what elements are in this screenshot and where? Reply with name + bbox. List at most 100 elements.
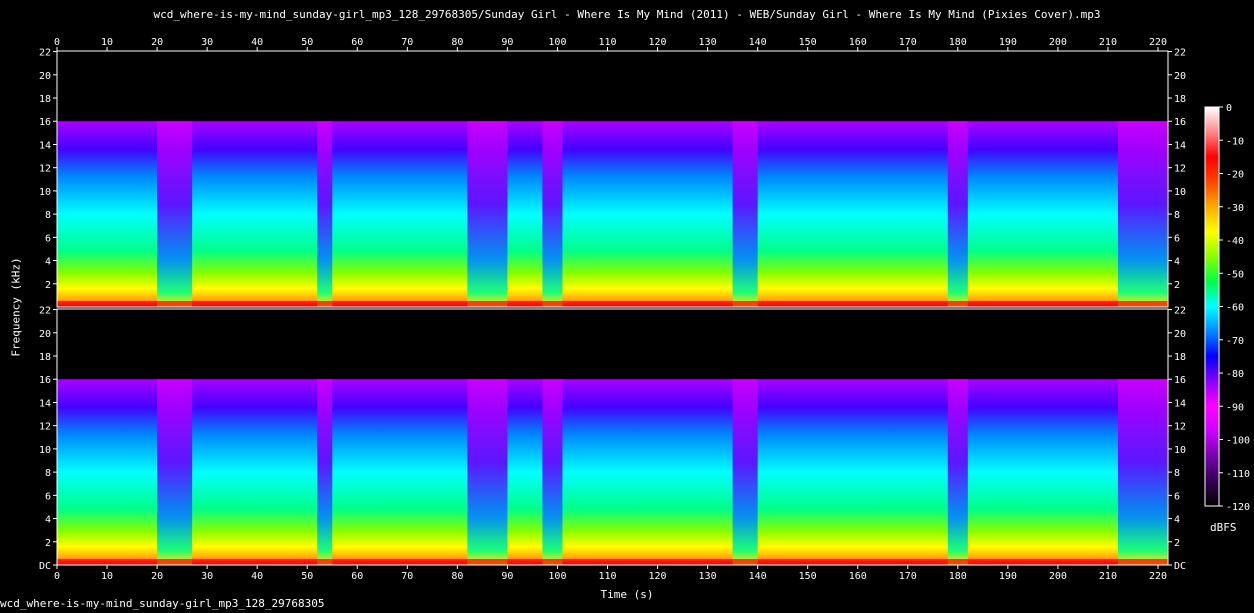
x-tick-label: 30 bbox=[201, 37, 213, 48]
x-tick-label: 20 bbox=[151, 571, 163, 582]
y-tick-label: 14 bbox=[39, 140, 51, 151]
quiet-section bbox=[157, 379, 193, 565]
x-tick-label: 210 bbox=[1099, 37, 1117, 48]
y-tick-label: 6 bbox=[45, 491, 51, 502]
y-tick-label: 10 bbox=[1174, 187, 1186, 198]
x-tick-label: 190 bbox=[999, 37, 1017, 48]
x-tick-label: 140 bbox=[749, 571, 767, 582]
x-tick-label: 40 bbox=[251, 37, 263, 48]
colorbar-tick-label: -120 bbox=[1226, 502, 1250, 513]
x-tick-label: 10 bbox=[101, 37, 113, 48]
y-tick-label: 16 bbox=[1174, 117, 1186, 128]
colorbar-tick-label: 0 bbox=[1226, 103, 1232, 114]
y-tick-label: 10 bbox=[39, 445, 51, 456]
y-tick-label: 20 bbox=[1174, 329, 1186, 340]
y-tick-label: 16 bbox=[39, 117, 51, 128]
y-tick-label: 22 bbox=[39, 48, 51, 59]
quiet-section bbox=[317, 379, 333, 565]
x-tick-label: 190 bbox=[999, 571, 1017, 582]
colorbar-tick-label: -40 bbox=[1226, 236, 1244, 247]
spectrogram-chart: 2 24 46 68 810 1012 1214 1416 1618 1820 2022 22DC DC… bbox=[39, 37, 1250, 582]
y-tick-label: 20 bbox=[39, 329, 51, 340]
x-tick-label: 20 bbox=[151, 37, 163, 48]
low-frequency-band bbox=[57, 559, 1168, 565]
x-tick-label: 220 bbox=[1149, 571, 1167, 582]
colorbar-tick-label: -30 bbox=[1226, 203, 1244, 214]
x-tick-label: 80 bbox=[451, 571, 463, 582]
x-tick-label: 170 bbox=[899, 37, 917, 48]
colorbar-tick-label: -90 bbox=[1226, 402, 1244, 413]
y-tick-label: 6 bbox=[1174, 233, 1180, 244]
y-tick-label: 18 bbox=[39, 94, 51, 105]
channel-1-spectrogram bbox=[57, 51, 1168, 308]
y-tick-label: 14 bbox=[1174, 398, 1186, 409]
colorbar-tick-label: -100 bbox=[1226, 436, 1250, 447]
y-tick-label: 10 bbox=[39, 187, 51, 198]
x-tick-label: 110 bbox=[598, 37, 616, 48]
x-tick-label: 160 bbox=[849, 571, 867, 582]
y-tick-label: 8 bbox=[45, 210, 51, 221]
x-tick-label: 130 bbox=[699, 37, 717, 48]
spectrogram-panels bbox=[57, 51, 1168, 565]
x-tick-label: 50 bbox=[301, 571, 313, 582]
y-tick-label: 8 bbox=[1174, 468, 1180, 479]
colorbar-tick-label: -20 bbox=[1226, 170, 1244, 181]
x-tick-label: 80 bbox=[451, 37, 463, 48]
y-tick-label: 2 bbox=[45, 280, 51, 291]
x-tick-label: 0 bbox=[54, 571, 60, 582]
y-tick-label: 8 bbox=[45, 468, 51, 479]
x-tick-label: 150 bbox=[799, 37, 817, 48]
y-tick-label: 22 bbox=[1174, 48, 1186, 59]
x-tick-label: 120 bbox=[649, 571, 667, 582]
spectrum-body bbox=[57, 121, 1168, 308]
y-tick-label: 12 bbox=[1174, 422, 1186, 433]
x-tick-label: 200 bbox=[1049, 571, 1067, 582]
colorbar-tick-label: -70 bbox=[1226, 336, 1244, 347]
y-tick-label: 2 bbox=[1174, 280, 1180, 291]
quiet-section bbox=[1117, 121, 1168, 308]
x-tick-label: 90 bbox=[501, 571, 513, 582]
quiet-section bbox=[947, 121, 968, 308]
y-tick-label: 4 bbox=[1174, 515, 1180, 526]
x-tick-label: 60 bbox=[351, 37, 363, 48]
y-tick-label: 8 bbox=[1174, 210, 1180, 221]
quiet-section bbox=[317, 121, 333, 308]
quiet-section bbox=[542, 121, 563, 308]
x-tick-label: 90 bbox=[501, 37, 513, 48]
x-tick-label: 100 bbox=[548, 571, 566, 582]
quiet-section bbox=[542, 379, 563, 565]
y-tick-label: 4 bbox=[45, 515, 51, 526]
x-tick-label: 180 bbox=[949, 37, 967, 48]
x-tick-label: 50 bbox=[301, 37, 313, 48]
y-tick-label: 2 bbox=[45, 538, 51, 549]
y-tick-label: 6 bbox=[1174, 491, 1180, 502]
colorbar: 0 -10 -20 -30 -40 -50 -60 -70 -80 -90 -100 -110 -120 bbox=[1204, 103, 1250, 513]
channel-2-spectrogram bbox=[57, 309, 1168, 565]
colorbar-tick-label: -60 bbox=[1226, 303, 1244, 314]
x-tick-label: 70 bbox=[401, 37, 413, 48]
y-tick-label: 12 bbox=[1174, 164, 1186, 175]
y-tick-label: 12 bbox=[39, 422, 51, 433]
x-tick-label: 130 bbox=[699, 571, 717, 582]
y-tick-label: 22 bbox=[1174, 306, 1186, 317]
x-tick-label: 210 bbox=[1099, 571, 1117, 582]
y-tick-label: 6 bbox=[45, 233, 51, 244]
y-tick-label: DC bbox=[39, 561, 51, 572]
x-tick-label: 140 bbox=[749, 37, 767, 48]
colorbar-gradient bbox=[1204, 106, 1220, 507]
x-tick-label: 120 bbox=[649, 37, 667, 48]
y-tick-label: 22 bbox=[39, 306, 51, 317]
x-tick-label: 40 bbox=[251, 571, 263, 582]
y-tick-label: 18 bbox=[39, 352, 51, 363]
quiet-section bbox=[732, 121, 758, 308]
colorbar-tick-label: -50 bbox=[1226, 269, 1244, 280]
quiet-section bbox=[732, 379, 758, 565]
y-tick-label: 14 bbox=[39, 398, 51, 409]
y-tick-label: 4 bbox=[1174, 257, 1180, 268]
x-tick-label: 100 bbox=[548, 37, 566, 48]
quiet-section bbox=[467, 379, 508, 565]
y-tick-label: 2 bbox=[1174, 538, 1180, 549]
x-tick-label: 220 bbox=[1149, 37, 1167, 48]
colorbar-tick-label: -10 bbox=[1226, 136, 1244, 147]
x-tick-label: 70 bbox=[401, 571, 413, 582]
